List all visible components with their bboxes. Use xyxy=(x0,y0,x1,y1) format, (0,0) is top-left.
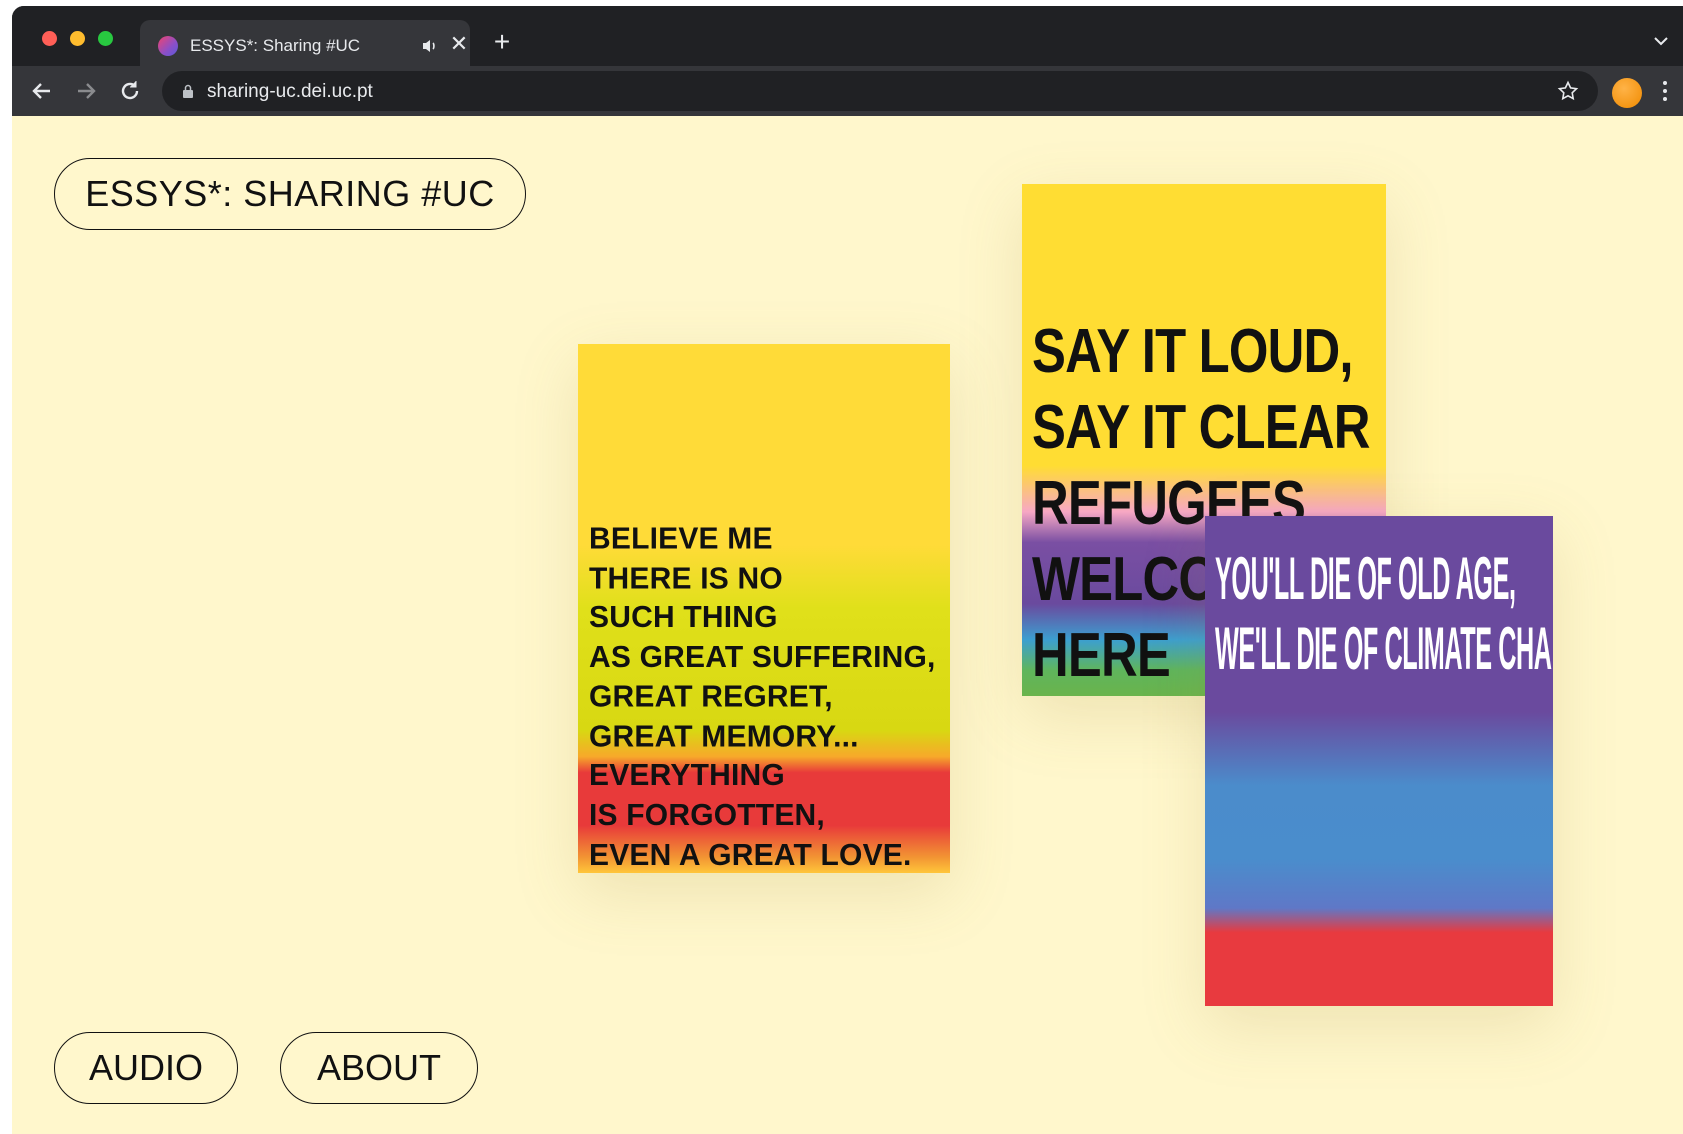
address-bar[interactable]: sharing-uc.dei.uc.pt xyxy=(162,71,1598,111)
maximize-window-button[interactable] xyxy=(98,31,113,46)
poster-text: YOU'LL DIE OF OLD AGE, WE'LL DIE OF CLIM… xyxy=(1215,544,1553,684)
browser-window: ESSYS*: Sharing #UC ✕ + sharing-uc.dei.u… xyxy=(12,6,1683,1134)
poster-line: SAY IT CLEAR xyxy=(1032,393,1370,462)
close-icon[interactable]: ✕ xyxy=(448,33,470,55)
about-button[interactable]: ABOUT xyxy=(280,1032,478,1104)
speaker-icon[interactable] xyxy=(421,38,439,54)
poster-line: EVERYTHING xyxy=(589,758,785,793)
chevron-down-icon[interactable] xyxy=(1652,34,1670,48)
tab-title: ESSYS*: Sharing #UC xyxy=(190,36,361,55)
poster-line: WE'LL DIE OF CLIMATE CHANGE. xyxy=(1215,615,1553,682)
audio-button[interactable]: AUDIO xyxy=(54,1032,238,1104)
poster-line: AS GREAT SUFFERING, xyxy=(589,640,936,675)
poster-card[interactable]: BELIEVE ME THERE IS NO SUCH THING AS GRE… xyxy=(578,344,950,873)
poster-line: GREAT MEMORY... xyxy=(589,719,859,754)
poster-line: YOU'LL DIE OF OLD AGE, xyxy=(1215,545,1516,612)
kebab-menu-icon[interactable] xyxy=(1662,81,1668,103)
poster-line: IS FORGOTTEN, xyxy=(589,798,825,833)
reload-icon[interactable] xyxy=(116,77,144,105)
browser-toolbar: sharing-uc.dei.uc.pt xyxy=(12,66,1683,116)
browser-tab[interactable]: ESSYS*: Sharing #UC ✕ xyxy=(140,20,470,70)
plus-icon[interactable]: + xyxy=(490,28,514,56)
lock-icon[interactable] xyxy=(182,84,194,98)
poster-line: BELIEVE ME xyxy=(589,522,773,556)
poster-line: THERE IS NO xyxy=(589,561,783,596)
poster-card[interactable]: YOU'LL DIE OF OLD AGE, WE'LL DIE OF CLIM… xyxy=(1205,516,1553,1006)
tab-strip: ESSYS*: Sharing #UC ✕ + xyxy=(12,6,1683,70)
poster-text: BELIEVE ME THERE IS NO SUCH THING AS GRE… xyxy=(589,520,936,873)
arrow-left-icon[interactable] xyxy=(28,77,56,105)
arrow-right-icon[interactable] xyxy=(72,77,100,105)
url-text[interactable]: sharing-uc.dei.uc.pt xyxy=(207,81,373,103)
page-viewport: ESSYS*: SHARING #UC BELIEVE ME THERE IS … xyxy=(12,116,1683,1134)
site-title-button[interactable]: ESSYS*: SHARING #UC xyxy=(54,158,526,230)
profile-avatar[interactable] xyxy=(1612,78,1642,108)
poster-line: EVEN A GREAT LOVE. xyxy=(589,837,912,872)
poster-line: SAY IT LOUD, xyxy=(1032,317,1354,386)
minimize-window-button[interactable] xyxy=(70,31,85,46)
poster-line: SUCH THING xyxy=(589,600,778,635)
favicon-icon xyxy=(158,36,178,56)
star-icon[interactable] xyxy=(1557,80,1579,102)
poster-line: GREAT REGRET, xyxy=(589,679,833,714)
close-window-button[interactable] xyxy=(42,31,57,46)
